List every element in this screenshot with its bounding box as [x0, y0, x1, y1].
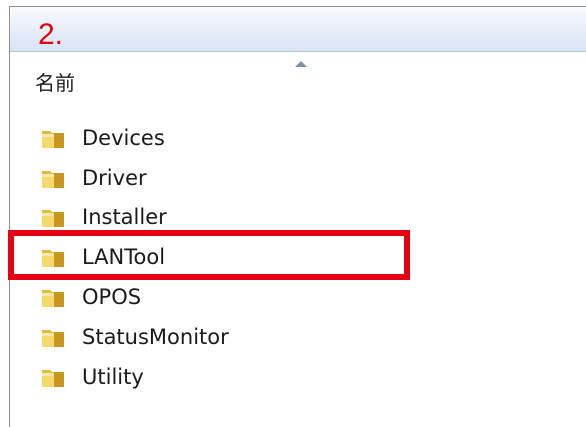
folder-label: OPOS: [82, 285, 142, 309]
folder-icon: [42, 171, 64, 188]
folder-label: Devices: [82, 126, 165, 150]
sort-ascending-icon[interactable]: [295, 61, 307, 67]
folder-label: StatusMonitor: [82, 325, 229, 349]
folder-label: Utility: [82, 365, 144, 389]
folder-icon: [42, 131, 64, 148]
folder-icon: [42, 330, 64, 347]
folder-label: Driver: [82, 166, 147, 190]
folder-label: Installer: [82, 205, 167, 229]
column-header-bar: [10, 7, 586, 52]
folder-icon: [42, 290, 64, 307]
lantool-highlight-box: [8, 230, 410, 280]
folder-icon: [42, 210, 64, 227]
step-number-label: 2.: [38, 18, 64, 51]
name-column-header[interactable]: 名前: [35, 67, 75, 96]
folder-icon: [42, 370, 64, 387]
